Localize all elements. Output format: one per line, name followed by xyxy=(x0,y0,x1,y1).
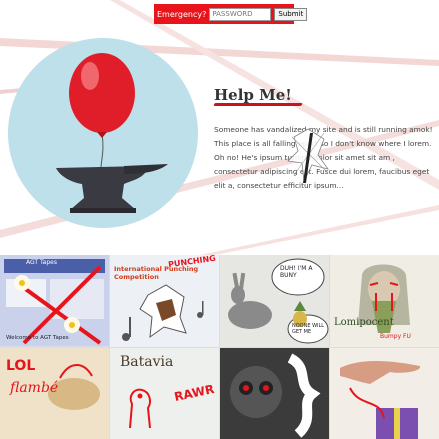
vandalized-gallery: AGT Tapes Welcome to AGT Tapes Internati… xyxy=(0,255,439,439)
tile-graffiti: DUH! I'M A BUNY xyxy=(280,265,313,279)
tile-title: Lomipocent xyxy=(334,317,394,328)
gallery-tile-agt-tapes[interactable]: AGT Tapes Welcome to AGT Tapes xyxy=(0,255,109,347)
password-input[interactable] xyxy=(209,7,272,21)
submit-button[interactable]: Submit xyxy=(274,7,308,21)
robot-head-icon xyxy=(230,365,282,418)
title-underline xyxy=(213,103,303,106)
gallery-tile-punching-competition[interactable]: International Punching Competition PUNCH… xyxy=(110,255,219,347)
tile-graffiti-2: NOONE WILL GET ME xyxy=(292,323,325,335)
tile-caption: Welcome to AGT Tapes xyxy=(6,335,69,341)
gallery-tile-lol-flambe[interactable]: LOL flambé xyxy=(0,347,109,439)
tile-title: AGT Tapes xyxy=(26,259,57,266)
gallery-tile-batavia[interactable]: Batavia RAWR xyxy=(110,347,219,439)
tile-graffiti-2: flambé xyxy=(10,379,59,396)
tile-caption: Bumpy FU xyxy=(380,333,411,340)
gallery-tile-lomipocent[interactable]: Lomipocent Bumpy FU xyxy=(330,255,439,347)
gallery-tile-bunny-sketch[interactable]: DUH! I'M A BUNY NOONE WILL GET ME xyxy=(220,255,329,347)
page-title: Help Me! xyxy=(214,86,292,104)
hero-illustration xyxy=(8,38,198,228)
knife-crack-icon xyxy=(287,128,329,183)
emergency-form: Emergency? Submit xyxy=(154,4,308,24)
anvil-icon xyxy=(56,164,168,213)
tile-title: International Punching Competition xyxy=(114,265,199,281)
gallery-tile-dark-robot[interactable] xyxy=(220,347,329,439)
gallery-tile-hand-purple[interactable] xyxy=(330,347,439,439)
tile-graffiti: LOL xyxy=(6,357,36,374)
tile-title: Batavia xyxy=(120,353,174,370)
emergency-label: Emergency? xyxy=(157,9,207,19)
